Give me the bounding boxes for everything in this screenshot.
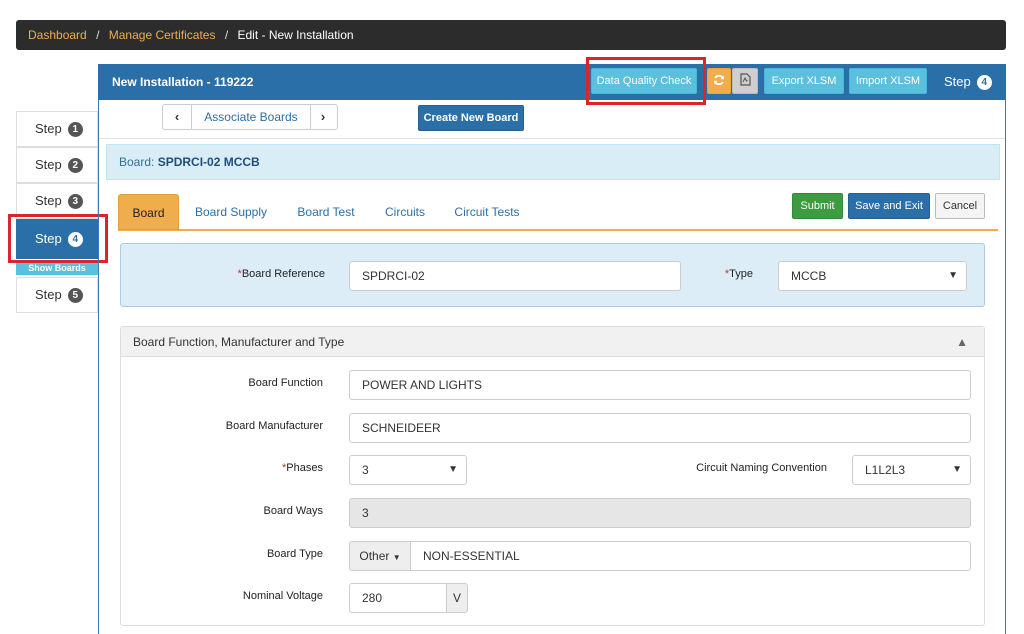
voltage-unit-addon: V [446,583,468,613]
board-manufacturer-label: Board Manufacturer [225,420,323,432]
board-title-bar: Board: SPDRCI-02 MCCB [106,144,1000,180]
board-ways-label: Board Ways [263,505,323,517]
circuit-naming-select-value: L1L2L3 [865,463,906,477]
show-boards-button[interactable]: Show Boards [16,262,98,275]
breadcrumb-manage-certificates-link[interactable]: Manage Certificates [109,28,216,42]
circuit-naming-select[interactable]: L1L2L3 ▼ [852,455,971,485]
import-xlsm-button[interactable]: Import XLSM [849,68,927,94]
breadcrumb: Dashboard / Manage Certificates / Edit -… [16,20,1006,50]
refresh-button[interactable] [707,68,731,94]
breadcrumb-separator: / [96,28,100,42]
tab-circuit-tests[interactable]: Circuit Tests [446,194,528,230]
prev-board-button[interactable]: ‹ [163,105,191,129]
associate-boards-button[interactable]: Associate Boards [191,105,311,129]
chevron-down-icon: ▼ [448,464,458,475]
board-type-dropdown-label: Other [359,549,390,563]
collapse-caret-icon[interactable]: ▲ [956,327,968,357]
breadcrumb-current: Edit - New Installation [237,28,354,42]
tab-board-supply[interactable]: Board Supply [186,194,276,230]
panel-title: New Installation - 119222 [112,75,253,89]
board-title-name: SPDRCI-02 MCCB [157,155,260,169]
header-step-indicator: Step 4 [944,73,992,91]
header-step-badge: 4 [976,75,992,90]
board-reference-input[interactable]: SPDRCI-02 [349,261,681,291]
step-number-badge: 3 [67,194,83,209]
step-5[interactable]: Step 5 [16,277,98,313]
breadcrumb-dashboard-link[interactable]: Dashboard [28,28,87,42]
board-type-input[interactable]: NON-ESSENTIAL [410,541,971,571]
tab-board-test[interactable]: Board Test [288,194,364,230]
board-reference-label: *Board Reference [200,268,325,280]
phases-label-text: Phases [286,462,323,474]
create-new-board-button[interactable]: Create New Board [418,105,524,131]
cancel-button[interactable]: Cancel [935,193,985,219]
board-manufacturer-input[interactable]: SCHNEIDEER [349,413,971,443]
step-label: Step [35,121,62,136]
board-type-dropdown[interactable]: Other ▼ [349,541,411,571]
step-number-badge: 2 [67,158,83,173]
board-title-prefix: Board: [119,155,158,169]
board-function-label: Board Function [248,377,323,389]
header-step-label: Step [944,74,971,89]
tab-circuits[interactable]: Circuits [376,194,434,230]
export-xlsm-button[interactable]: Export XLSM [764,68,844,94]
type-select[interactable]: MCCB ▼ [778,261,967,291]
save-and-exit-button[interactable]: Save and Exit [848,193,930,219]
panel-title-id: 119222 [214,75,254,89]
phases-select[interactable]: 3 ▼ [349,455,467,485]
section-title: Board Function, Manufacturer and Type [133,335,345,349]
caret-down-icon: ▼ [392,553,401,562]
pdf-icon [739,73,751,86]
nominal-voltage-input[interactable]: 280 [349,583,447,613]
refresh-icon [714,74,724,86]
chevron-down-icon: ▼ [952,464,962,475]
phases-select-value: 3 [362,463,369,477]
step-number-badge: 1 [67,122,83,137]
step-number-badge: 5 [67,288,83,303]
board-reference-label-text: Board Reference [241,268,325,280]
step-label: Step [35,157,62,172]
step-label: Step [35,193,62,208]
phases-label: *Phases [200,462,323,474]
circuit-naming-label: Circuit Naming Convention [696,462,827,474]
breadcrumb-separator: / [224,28,229,42]
type-label: *Type [690,268,753,280]
board-function-input[interactable]: POWER AND LIGHTS [349,370,971,400]
section-header[interactable]: Board Function, Manufacturer and Type ▲ [121,327,984,357]
board-type-label: Board Type [266,548,323,560]
board-ways-input: 3 [349,498,971,528]
nominal-voltage-label: Nominal Voltage [242,590,323,602]
step-4-highlight [8,214,108,263]
data-quality-check-highlight [586,57,706,105]
next-board-button[interactable]: › [309,105,337,129]
step-label: Step [35,287,62,302]
tab-board[interactable]: Board [118,194,179,230]
type-select-value: MCCB [791,269,827,283]
toolbar-divider [99,138,1005,139]
panel-title-prefix: New Installation - [112,75,215,89]
associate-boards-pager: ‹ Associate Boards › [162,104,338,130]
type-label-text: Type [729,268,753,280]
step-1[interactable]: Step 1 [16,111,98,147]
pdf-button[interactable] [732,68,758,94]
submit-button[interactable]: Submit [792,193,843,219]
chevron-down-icon: ▼ [948,270,958,281]
step-2[interactable]: Step 2 [16,147,98,183]
